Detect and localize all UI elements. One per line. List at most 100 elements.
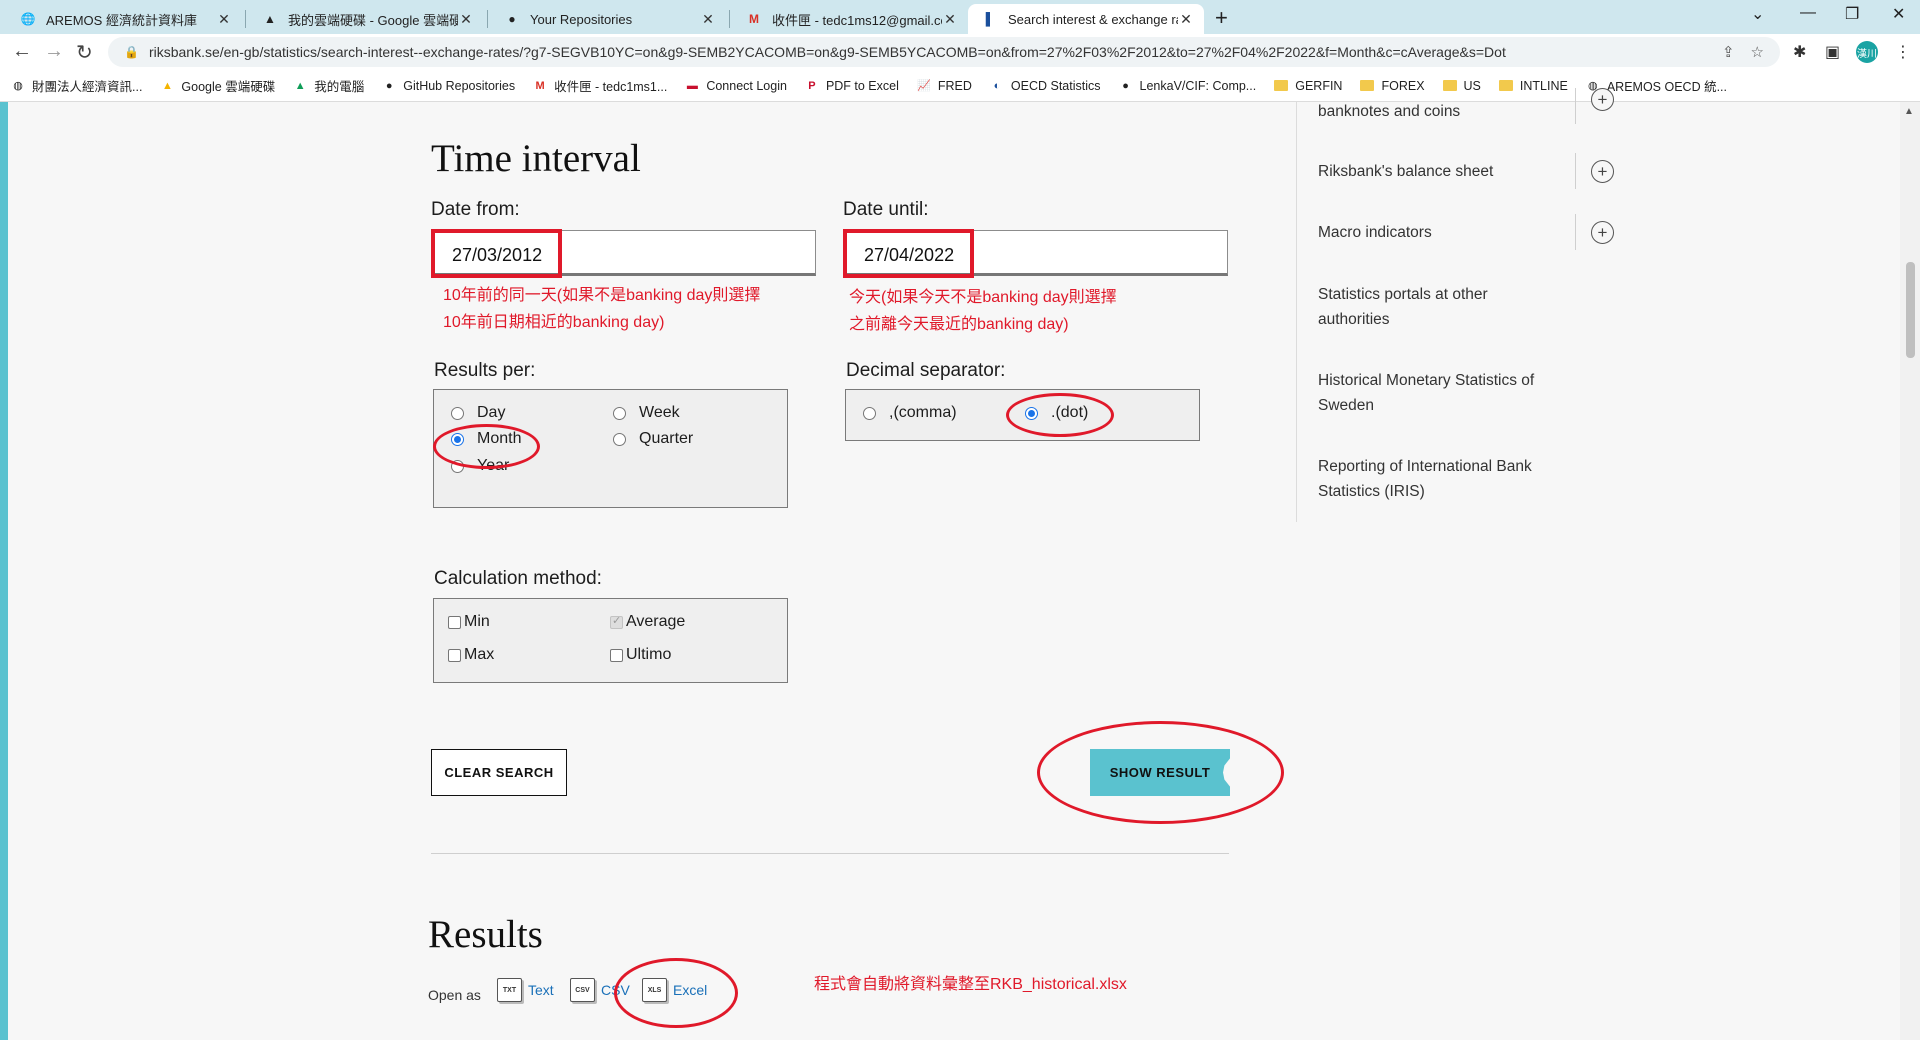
tab-separator [729,10,730,28]
folder-icon [1359,79,1375,93]
drive-icon: ▲ [294,79,306,92]
bookmark-item[interactable]: M 收件匣 - tedc1ms1... [532,76,667,95]
section-divider [431,853,1229,854]
radio-button[interactable] [613,406,626,420]
scroll-up-arrow-icon[interactable]: ▲ [1904,106,1914,117]
bookmark-item[interactable]: ▲ 我的電腦 [292,76,364,95]
bookmark-star-icon[interactable]: ☆ [1751,43,1764,61]
radio-day[interactable]: Day [451,404,505,422]
radio-button[interactable] [451,406,464,420]
back-arrow-icon[interactable]: ← [12,40,32,63]
side-panel-icon[interactable]: ▣ [1825,42,1840,62]
bookmark-item[interactable]: ◍ 財團法人經濟資訊... [10,76,142,95]
bookmark-item[interactable]: ▬ Connect Login [684,79,787,93]
pdf-icon: P [808,79,816,92]
address-bar[interactable]: 🔒 riksbank.se/en-gb/statistics/search-in… [108,37,1780,67]
results-per-label: Results per: [434,360,536,381]
download-text-link[interactable]: TXT Text [497,978,554,1002]
bookmark-folder[interactable]: INTLINE [1498,79,1568,93]
bookmark-folder[interactable]: GERFIN [1273,79,1342,93]
share-icon[interactable]: ⇪ [1722,43,1735,61]
menu-kebab-icon[interactable]: ⋮ [1895,42,1911,62]
checkbox-ultimo[interactable]: Ultimo [610,646,671,664]
sidebar-item-historical-monetary[interactable]: Historical Monetary Statistics of Sweden [1318,368,1578,418]
sidebar-item-macro-indicators[interactable]: Macro indicators [1318,220,1578,245]
close-icon[interactable]: ✕ [700,11,716,28]
annotation-note-excel: 程式會自動將資料彙整至RKB_historical.xlsx [814,976,1127,993]
calculation-method-group: Min Average Max Ultimo [433,598,788,683]
sidebar-item-balance-sheet[interactable]: Riksbank's balance sheet [1318,159,1578,184]
tab-title: 收件匣 - tedc1ms12@gmail.com [772,12,942,28]
checkbox[interactable] [448,615,461,629]
drive-icon: ▲ [264,12,276,26]
page-scrollbar[interactable] [1900,102,1920,1040]
oecd-icon: ◐ [993,79,1001,92]
clear-search-button[interactable]: CLEAR SEARCH [431,749,567,796]
expand-plus-icon[interactable]: + [1591,88,1614,111]
bookmark-item[interactable]: P PDF to Excel [804,79,899,93]
bookmark-item[interactable]: ● GitHub Repositories [381,79,515,93]
bookmark-label: 財團法人經濟資訊... [32,80,143,94]
scrollbar-thumb[interactable] [1906,262,1915,358]
tab-aremos[interactable]: 🌐 AREMOS 經濟統計資料庫 ✕ [6,4,242,34]
url-text[interactable]: riksbank.se/en-gb/statistics/search-inte… [149,44,1722,60]
close-icon[interactable]: ✕ [1178,11,1194,28]
bookmark-folder[interactable]: FOREX [1359,78,1425,93]
tab-search-icon[interactable]: ⌄ [1751,4,1764,24]
bookmark-label: AREMOS OECD 統... [1606,80,1727,94]
checkbox-label: Average [626,613,686,630]
bookmark-label: FOREX [1381,78,1425,93]
checkbox[interactable] [610,648,623,662]
lock-icon[interactable]: 🔒 [124,45,139,59]
bookmark-item[interactable]: ● LenkaV/CIF: Comp... [1118,79,1256,93]
radio-comma[interactable]: ,(comma) [863,404,957,422]
profile-avatar[interactable]: 漢川 [1856,41,1878,63]
radio-button[interactable] [613,432,626,446]
accent-strip [0,102,8,1040]
sidebar-item-separator [1575,214,1576,250]
tab-riksbank-active[interactable]: ▌ Search interest & exchange rat ✕ [968,4,1204,34]
checkbox-min[interactable]: Min [448,613,490,631]
close-icon[interactable]: ✕ [216,11,232,28]
radio-button[interactable] [863,406,876,420]
page-viewport: Time interval Date from: 27/03/2012 10年前… [0,88,1920,1040]
link-label[interactable]: Text [528,982,554,998]
bookmark-item[interactable]: ▲ Google 雲端硬碟 [159,76,275,95]
time-interval-heading: Time interval [431,137,641,180]
tab-separator [487,10,488,28]
tab-google-drive[interactable]: ▲ 我的雲端硬碟 - Google 雲端硬碟 ✕ [248,4,484,34]
bookmark-item[interactable]: 📈 FRED [916,79,972,93]
calculation-method-label: Calculation method: [434,568,602,589]
globe-icon: 🌐 [20,12,36,26]
radio-quarter[interactable]: Quarter [613,430,693,448]
new-tab-icon[interactable]: + [1215,5,1228,31]
window-close-icon[interactable]: ✕ [1892,4,1905,24]
checkbox[interactable] [448,648,461,662]
radio-label: Week [639,404,680,421]
sidebar-item-iris[interactable]: Reporting of International Bank Statisti… [1318,454,1578,504]
minimize-icon[interactable]: — [1800,4,1816,22]
bookmark-label: INTLINE [1519,78,1568,93]
tab-github-repos[interactable]: ● Your Repositories ✕ [490,4,726,34]
close-icon[interactable]: ✕ [942,11,958,28]
drive-icon: ▲ [161,79,173,92]
bookmark-label: 我的電腦 [314,80,365,94]
bookmark-label: GitHub Repositories [403,78,516,93]
reload-icon[interactable]: ↻ [76,40,93,65]
restore-icon[interactable]: ❐ [1845,4,1859,24]
bookmark-folder[interactable]: US [1442,79,1481,93]
checkbox-max[interactable]: Max [448,646,494,664]
bookmark-label: 收件匣 - tedc1ms1... [554,80,668,94]
expand-plus-icon[interactable]: + [1591,221,1614,244]
checkbox-average[interactable]: Average [610,613,685,631]
close-icon[interactable]: ✕ [458,11,474,28]
annotation-ellipse-dot [1006,393,1114,437]
forward-arrow-icon[interactable]: → [44,40,64,63]
sidebar-item-statistics-portals[interactable]: Statistics portals at other authorities [1318,282,1533,332]
sidebar-item-banknotes[interactable]: banknotes and coins [1318,99,1578,124]
radio-week[interactable]: Week [613,404,680,422]
bookmark-item[interactable]: ◐ OECD Statistics [989,79,1101,93]
expand-plus-icon[interactable]: + [1591,160,1614,183]
tab-gmail[interactable]: M 收件匣 - tedc1ms12@gmail.com ✕ [732,4,968,34]
extensions-icon[interactable]: ✱ [1793,42,1806,62]
